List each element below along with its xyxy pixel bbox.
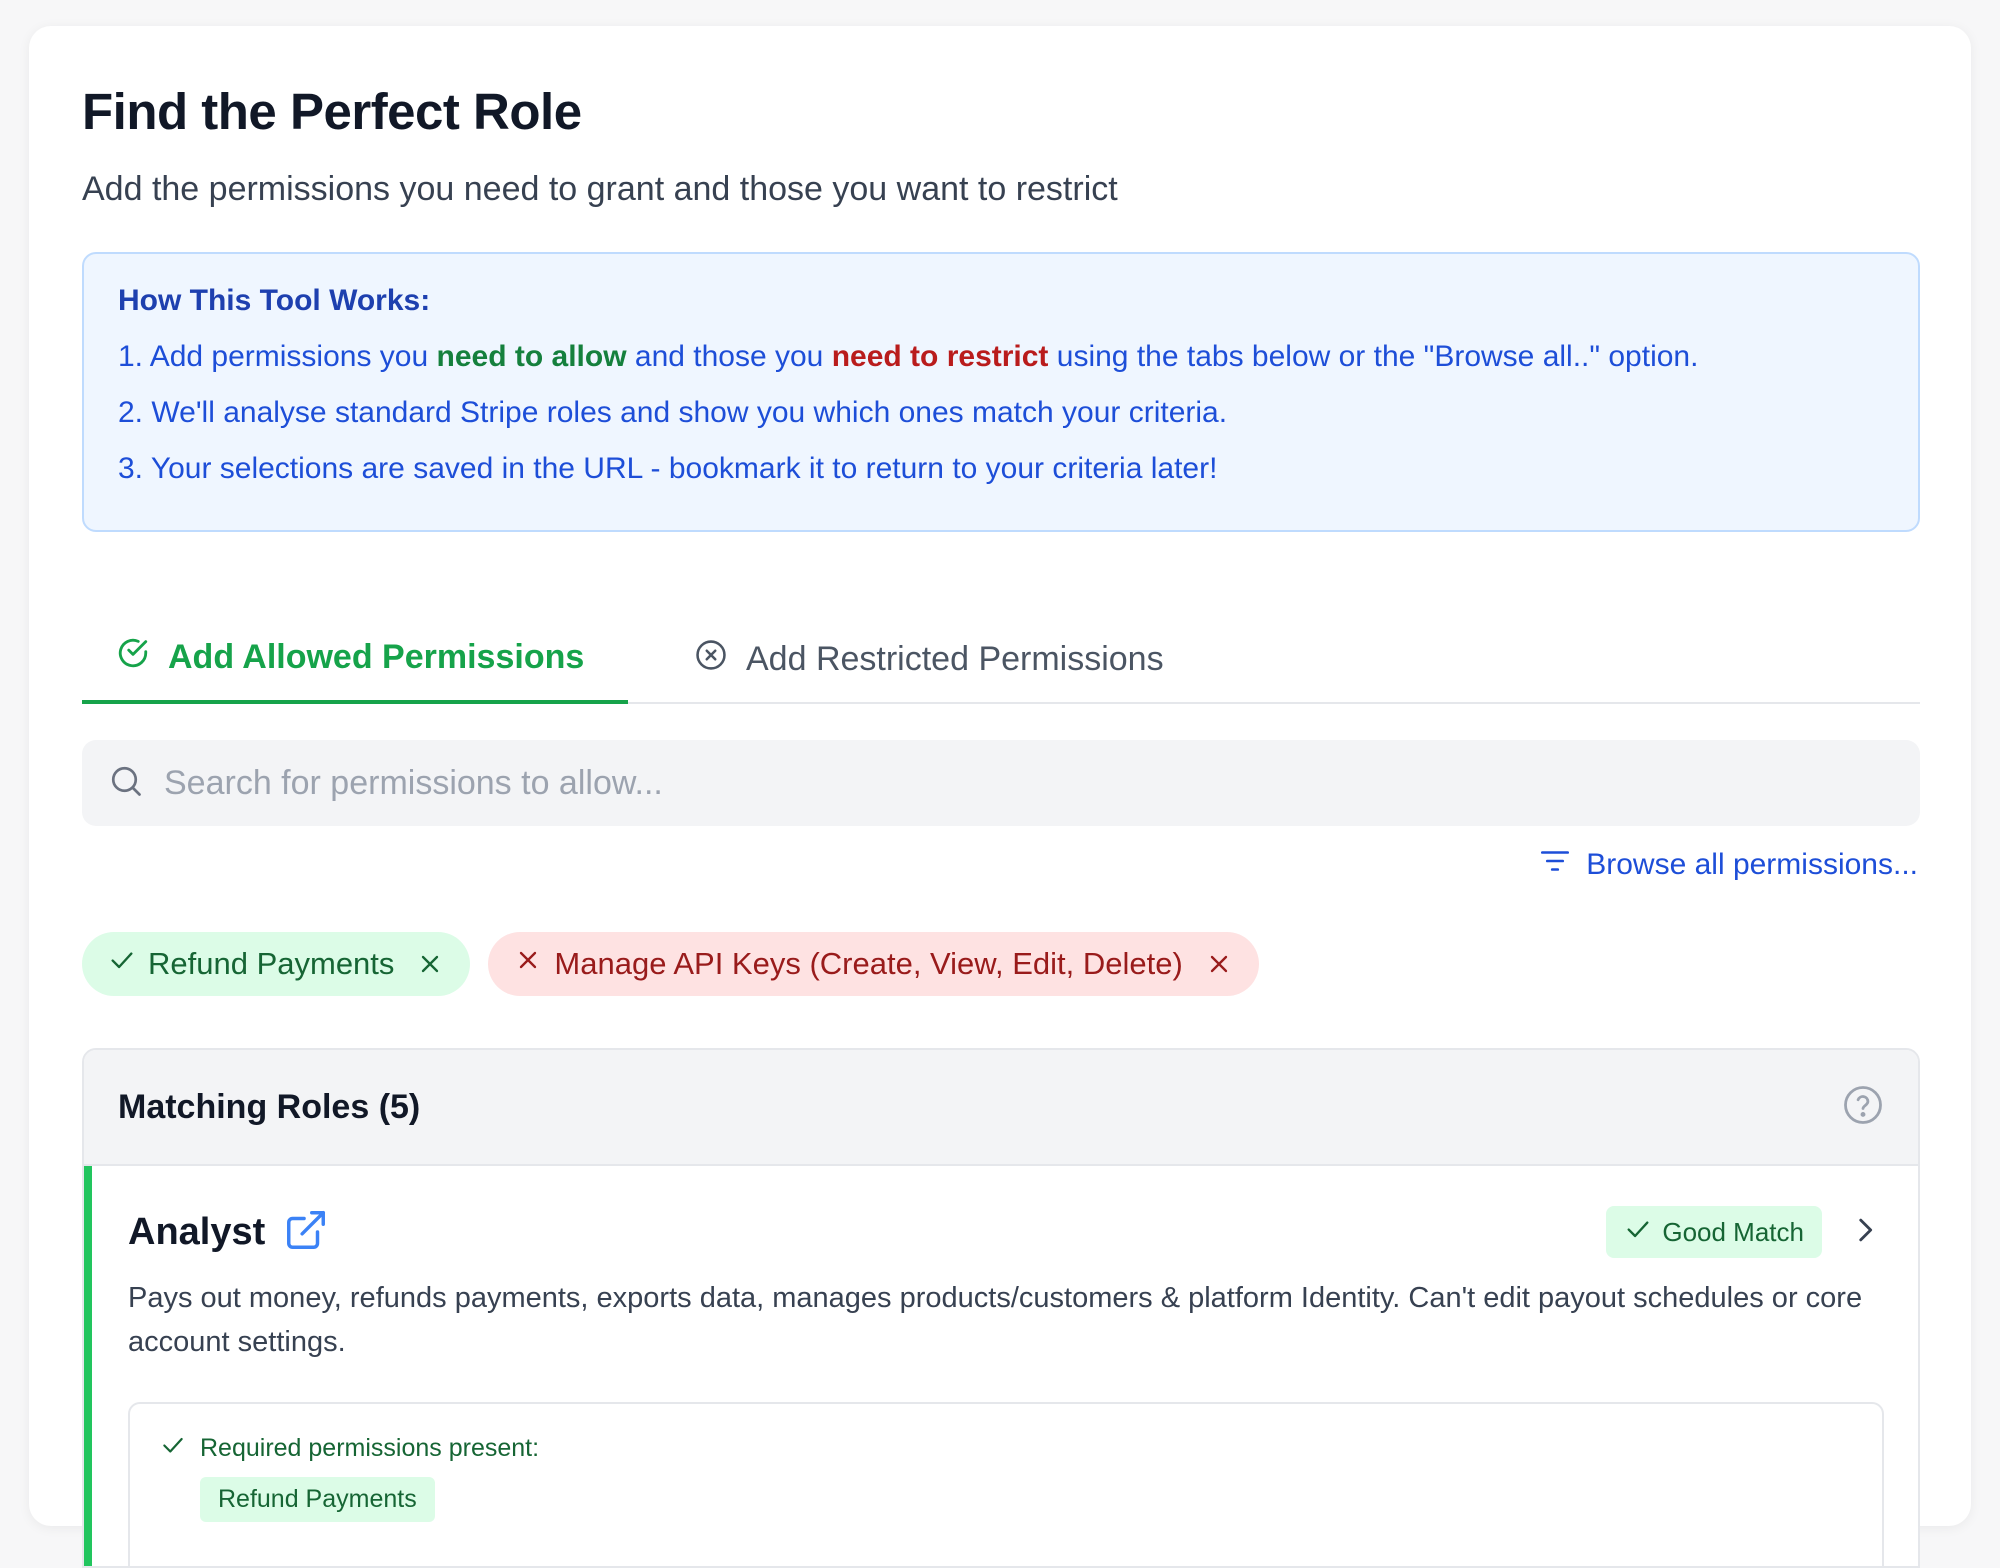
role-description: Pays out money, refunds payments, export… [128, 1282, 1863, 1358]
selected-permissions: Refund Payments Manage API Keys (Create,… [82, 932, 1259, 996]
match-badge-label: Good Match [1662, 1216, 1804, 1247]
info-allow-highlight: need to allow [436, 340, 627, 373]
browse-all-link[interactable]: Browse all permissions... [1538, 844, 1918, 886]
role-card-top: Analyst Good Match [128, 1206, 1882, 1258]
role-name: Analyst [128, 1210, 266, 1253]
info-restrict-highlight: need to restrict [831, 340, 1049, 373]
chip-allowed: Refund Payments [82, 932, 471, 996]
required-permissions-box: Required permissions present: Refund Pay… [128, 1402, 1884, 1566]
info-line-1-middle: and those you [626, 340, 832, 373]
remove-restricted-chip-button[interactable] [1205, 950, 1233, 978]
page-title: Find the Perfect Role [82, 83, 582, 140]
matching-roles-title: Matching Roles (5) [118, 1087, 421, 1126]
search-icon [108, 763, 144, 804]
external-link-icon[interactable] [283, 1207, 329, 1258]
check-icon [108, 946, 136, 982]
chip-restricted: Manage API Keys (Create, View, Edit, Del… [488, 932, 1259, 996]
tab-restricted-permissions[interactable]: Add Restricted Permissions [694, 614, 1164, 704]
tab-restricted-label: Add Restricted Permissions [746, 639, 1164, 678]
permission-tabs: Add Allowed Permissions Add Restricted P… [82, 614, 1920, 704]
role-card-right: Good Match [1606, 1206, 1882, 1258]
check-icon [160, 1432, 186, 1465]
required-permission-tag: Refund Payments [200, 1477, 435, 1522]
chip-allowed-label: Refund Payments [148, 946, 395, 981]
matching-roles-header: Matching Roles (5) [84, 1050, 1918, 1166]
matching-roles-panel: Matching Roles (5) Analyst Good Match Pa… [82, 1048, 1920, 1568]
help-icon[interactable] [1842, 1084, 1884, 1131]
role-card-analyst[interactable]: Analyst Good Match Pays out money, refun… [84, 1166, 1918, 1566]
main-card: Find the Perfect Role Add the permission… [29, 26, 1971, 1568]
search-bar [82, 740, 1920, 826]
browse-all-label: Browse all permissions... [1586, 848, 1918, 881]
required-permissions-label: Required permissions present: [200, 1434, 540, 1462]
page-subtitle: Add the permissions you need to grant an… [82, 170, 1118, 208]
filter-icon [1538, 844, 1572, 886]
info-line-2: 2. We'll analyse standard Stripe roles a… [118, 396, 1228, 429]
required-permissions-header: Required permissions present: [160, 1432, 1852, 1465]
info-line-3: 3. Your selections are saved in the URL … [118, 452, 1218, 485]
remove-allowed-chip-button[interactable] [416, 950, 444, 978]
info-box: How This Tool Works: 1. Add permissions … [82, 252, 1920, 532]
chevron-right-icon[interactable] [1848, 1213, 1882, 1252]
check-icon [1624, 1215, 1652, 1250]
x-icon [514, 946, 542, 982]
chip-restricted-label: Manage API Keys (Create, View, Edit, Del… [554, 946, 1183, 981]
search-input[interactable] [164, 763, 1864, 803]
role-name-wrap: Analyst [128, 1207, 329, 1258]
check-circle-icon [116, 636, 150, 679]
x-circle-icon [694, 638, 728, 681]
info-line-1-prefix: 1. Add permissions you [118, 340, 437, 373]
info-title: How This Tool Works: [118, 284, 431, 317]
tab-allowed-label: Add Allowed Permissions [168, 637, 585, 676]
match-badge: Good Match [1606, 1206, 1822, 1258]
info-line-1-suffix: using the tabs below or the "Browse all.… [1048, 340, 1699, 373]
tab-allowed-permissions[interactable]: Add Allowed Permissions [82, 614, 628, 704]
info-line-1: 1. Add permissions you need to allow and… [118, 340, 1884, 374]
